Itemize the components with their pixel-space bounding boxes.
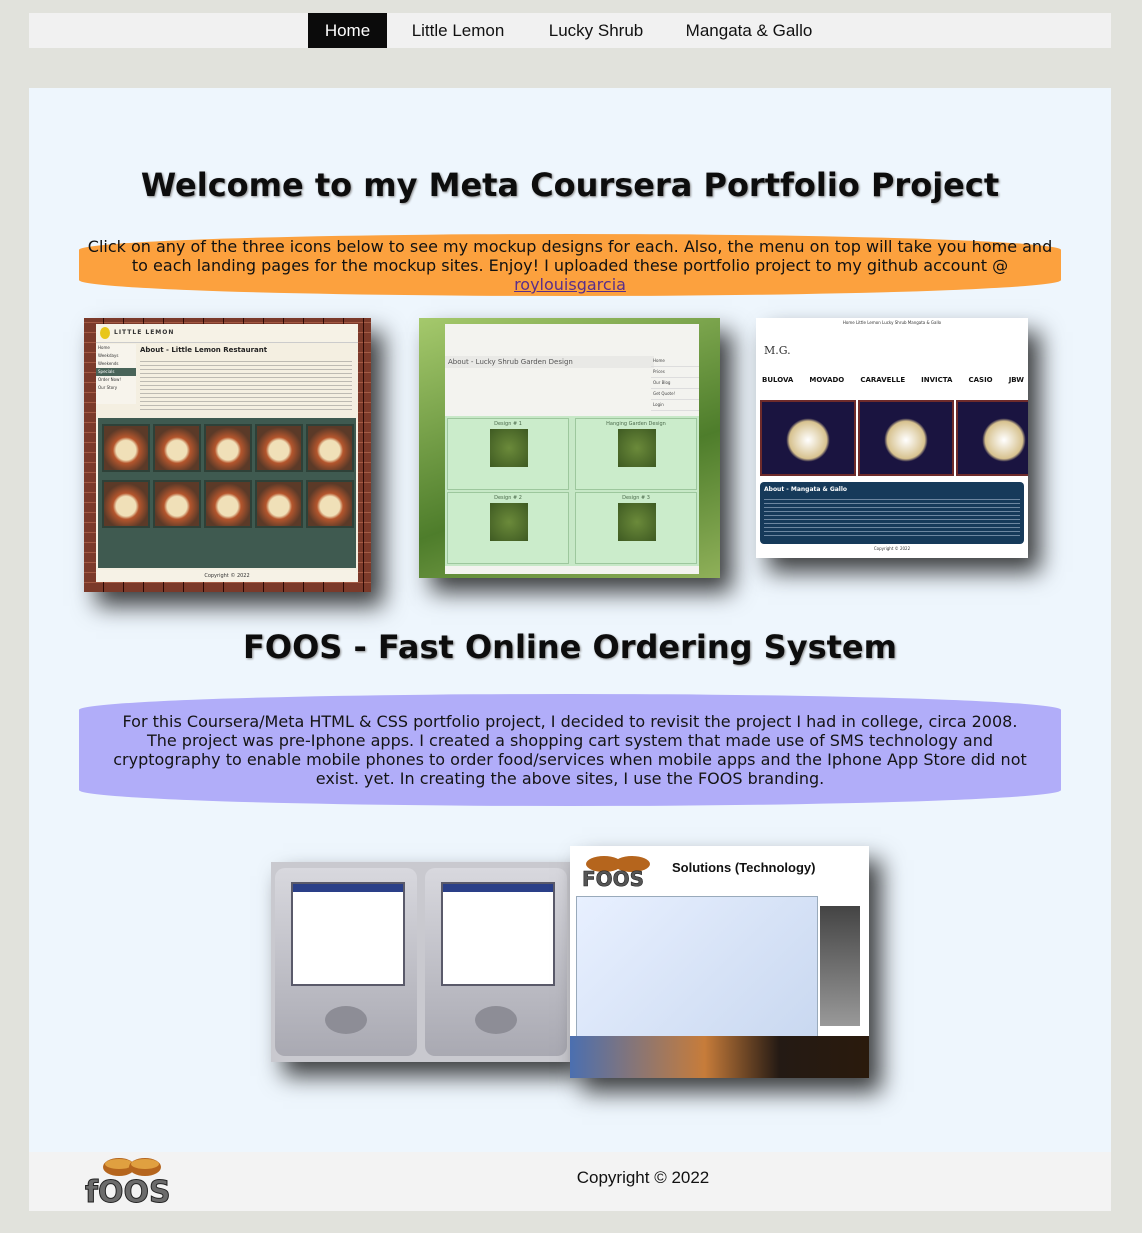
food-tile (102, 480, 150, 528)
mg-footer: Copyright © 2022 (873, 546, 911, 551)
ll-menu-item: Home (98, 345, 110, 350)
solutions-title: Solutions (Technology) (672, 860, 816, 875)
intro-text: Click on any of the three icons below to… (87, 237, 1053, 275)
nav-link-home[interactable]: Home (308, 13, 387, 48)
jewelry-card (956, 400, 1028, 476)
ll-menu-item: Specials (96, 368, 136, 376)
photo-strip (570, 1036, 869, 1078)
foos-text: For this Coursera/Meta HTML & CSS portfo… (113, 712, 1027, 788)
pda-dpad (325, 1006, 367, 1034)
brand-logo: BULOVA (762, 376, 794, 384)
pda-screen (441, 882, 555, 986)
footer: fOOS Copyright © 2022 (29, 1152, 1111, 1211)
little-lemon-about-text (140, 358, 352, 410)
garden-image (490, 503, 528, 541)
food-grid (98, 418, 356, 568)
nav-link-little-lemon[interactable]: Little Lemon (395, 13, 521, 48)
food-tile (306, 424, 354, 472)
food-tile (255, 424, 303, 472)
brand-logo: JBW (1008, 376, 1024, 384)
architecture-diagram (576, 896, 818, 1038)
food-tile (102, 424, 150, 472)
garden-image (618, 503, 656, 541)
lucky-shrub-page: About - Lucky Shrub Garden Design Home P… (445, 324, 699, 574)
ls-menu-item: Our Blog (651, 378, 699, 389)
ls-menu-item: Prices (651, 367, 699, 378)
brand-logo: CASIO (968, 376, 993, 384)
design-label: Design # 2 (494, 495, 522, 501)
design-cell: Design # 1 (447, 418, 569, 490)
garden-image (490, 429, 528, 467)
design-label: Hanging Garden Design (606, 421, 666, 427)
ls-menu-item: Home (651, 356, 699, 367)
food-tile (204, 424, 252, 472)
top-nav: Home Little Lemon Lucky Shrub Mangata & … (29, 13, 1111, 48)
solutions-diagram: FOOS Solutions (Technology) (570, 846, 869, 1078)
design-label: Design # 3 (622, 495, 650, 501)
little-lemon-thumbnail[interactable]: LITTLE LEMON Home Weekdays Weekends Spec… (84, 318, 371, 592)
food-tile (153, 424, 201, 472)
food-tile (204, 480, 252, 528)
pda-device (275, 868, 417, 1056)
ll-menu-item: Order Now! (98, 377, 121, 382)
mg-about-panel: About - Mangata & Gallo (760, 482, 1024, 544)
pda-screen (291, 882, 405, 986)
foos-banner: For this Coursera/Meta HTML & CSS portfo… (79, 694, 1061, 806)
kiosk-image (820, 906, 860, 1026)
mg-brand-strip: BULOVA MOVADO CARAVELLE INVICTA CASIO JB… (762, 376, 1024, 384)
ll-menu-item: Weekends (98, 361, 119, 366)
brand-logo: MOVADO (809, 376, 845, 384)
main-content: Welcome to my Meta Coursera Portfolio Pr… (29, 88, 1111, 1152)
foos-title: FOOS - Fast Online Ordering System (243, 628, 897, 666)
svg-text:FOOS: FOOS (582, 867, 644, 890)
little-lemon-sidebar: Home Weekdays Weekends Specials Order No… (96, 344, 136, 404)
mg-logo: M.G. (764, 344, 791, 357)
jewelry-card (858, 400, 954, 476)
pda-dpad (475, 1006, 517, 1034)
intro-banner: Click on any of the three icons below to… (79, 234, 1061, 296)
food-tile (255, 480, 303, 528)
lucky-shrub-menu: Home Prices Our Blog Get Quote! Login (651, 356, 699, 411)
pda-device (425, 868, 567, 1056)
lemon-icon (100, 327, 110, 339)
welcome-title: Welcome to my Meta Coursera Portfolio Pr… (140, 166, 1000, 204)
design-label: Design # 1 (494, 421, 522, 427)
garden-image (618, 429, 656, 467)
little-lemon-brand: LITTLE LEMON (114, 329, 175, 336)
little-lemon-page: LITTLE LEMON Home Weekdays Weekends Spec… (96, 324, 358, 582)
food-tile (153, 480, 201, 528)
food-tile (306, 480, 354, 528)
mg-about-text (764, 496, 1020, 536)
ll-menu-item: Weekdays (98, 353, 119, 358)
pda-screenshots (271, 862, 571, 1062)
jewelry-card (760, 400, 856, 476)
github-link[interactable]: roylouisgarcia (514, 275, 626, 294)
brand-logo: INVICTA (921, 376, 953, 384)
nav-link-mangata-gallo[interactable]: Mangata & Gallo (671, 13, 827, 48)
mangata-gallo-thumbnail[interactable]: Home Little Lemon Lucky Shrub Mangata & … (756, 318, 1028, 558)
mg-nav: Home Little Lemon Lucky Shrub Mangata & … (842, 320, 942, 325)
foos-logo-icon: FOOS (582, 856, 650, 890)
little-lemon-header: LITTLE LEMON (96, 324, 358, 343)
mg-about-title: About - Mangata & Gallo (764, 486, 848, 493)
lucky-shrub-thumbnail[interactable]: About - Lucky Shrub Garden Design Home P… (419, 318, 720, 578)
lucky-shrub-about-title: About - Lucky Shrub Garden Design (445, 356, 654, 368)
nav-link-lucky-shrub[interactable]: Lucky Shrub (531, 13, 661, 48)
design-cell: Design # 3 (575, 492, 697, 564)
little-lemon-footer: Copyright © 2022 (96, 570, 358, 582)
ls-menu-item: Get Quote! (651, 389, 699, 400)
ls-menu-item: Login (651, 400, 699, 411)
copyright-text: Copyright © 2022 (576, 1168, 710, 1187)
design-cell: Hanging Garden Design (575, 418, 697, 490)
ll-menu-item: Our Story (98, 385, 118, 390)
brand-logo: CARAVELLE (860, 376, 906, 384)
little-lemon-about-title: About - Little Lemon Restaurant (140, 346, 268, 354)
design-grid: Design # 1 Hanging Garden Design Design … (445, 416, 699, 566)
design-cell: Design # 2 (447, 492, 569, 564)
